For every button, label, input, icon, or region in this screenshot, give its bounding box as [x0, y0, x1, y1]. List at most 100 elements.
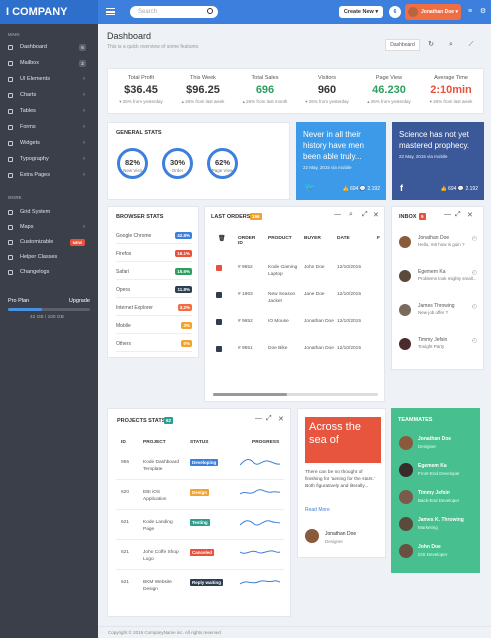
sidebar-item[interactable]: Widgets ›: [0, 137, 98, 150]
gear-icon[interactable]: ⚙: [479, 8, 487, 16]
teammates-title: TEAMMATES: [398, 417, 433, 423]
order-status-marker[interactable]: [216, 292, 222, 298]
inbox-message[interactable]: Egemem Ka Problems look mighty small... ◴: [397, 266, 477, 294]
stat-gauge: 30% Order: [162, 148, 193, 179]
sidebar-item[interactable]: Mailbox 2: [0, 57, 98, 70]
teammate[interactable]: Timmy Jefsin Back-End Developer: [397, 487, 479, 513]
clock-icon: ◴: [471, 236, 477, 242]
browser-percent: 3.2%: [177, 304, 192, 311]
sidebar-item[interactable]: Dashboard 6: [0, 41, 98, 54]
stat-label: Page View: [375, 75, 403, 81]
teammate[interactable]: Jonathan Doe Designer: [397, 433, 479, 459]
expand-icon[interactable]: ⤢: [455, 211, 461, 219]
teammate-role: Back-End Developer: [418, 498, 460, 503]
quote-date: 22 May, 2015 via mobile: [303, 165, 352, 170]
order-status-marker[interactable]: [216, 346, 222, 352]
stat-block: Page View 46.230 ▴ 26% from yesterday: [360, 75, 418, 105]
search-icon[interactable]: ⌕: [444, 39, 458, 51]
message-sender: Egemem Ka: [418, 269, 446, 275]
breadcrumb[interactable]: Dashboard: [385, 39, 420, 51]
sidebar-item[interactable]: Grid System: [0, 206, 98, 219]
sidebar-item[interactable]: Helper Classes: [0, 251, 98, 264]
search-icon[interactable]: [207, 8, 213, 14]
trash-icon[interactable]: 🗑: [218, 235, 226, 242]
project-id: 621: [121, 580, 130, 585]
minimize-icon[interactable]: —: [444, 211, 451, 218]
notification-badge[interactable]: 6: [389, 6, 401, 18]
search-input[interactable]: Search: [130, 6, 218, 18]
sidebar-item[interactable]: Changelogs: [0, 266, 98, 279]
expand-icon[interactable]: ⤢: [266, 415, 272, 423]
inbox-message[interactable]: Jonathan Doe Hello, m8 how is goin ? ◴: [397, 232, 477, 260]
likes-count: 694: [350, 186, 359, 192]
close-icon[interactable]: ✕: [373, 211, 379, 219]
quote-text: Never in all their history have men been…: [303, 130, 364, 161]
projects-column-header: STATUS: [190, 440, 209, 445]
stat-value: $36.45: [124, 84, 158, 96]
expand-icon[interactable]: ⤢: [362, 211, 368, 219]
minimize-icon[interactable]: —: [334, 211, 341, 218]
minimize-icon[interactable]: —: [255, 415, 262, 422]
teammate[interactable]: James K. Throwing Marketing: [397, 514, 479, 540]
sidebar-item[interactable]: Customizable NEW: [0, 236, 98, 249]
progress-sparkline: [240, 489, 280, 495]
gauge-label: Order: [171, 168, 184, 173]
projects-column-header: ID: [121, 440, 126, 445]
teammate[interactable]: Egemem Ka Front-End Developer: [397, 460, 479, 486]
close-icon[interactable]: ✕: [278, 415, 284, 423]
top-bar: I COMPANY Search Create New ▾ 6 Jonathan…: [0, 0, 491, 24]
teammate[interactable]: John Doe iOS Developer: [397, 541, 479, 567]
message-preview: Problems look mighty small...: [418, 276, 477, 281]
user-menu[interactable]: Jonathan Doe ▾: [405, 4, 461, 20]
twitter-icon[interactable]: 🐦: [304, 182, 315, 193]
progress-sparkline: [240, 459, 280, 466]
menu-icon: [8, 61, 13, 66]
menu-icon: [8, 173, 13, 178]
chart-icon[interactable]: ⟋: [464, 39, 478, 51]
sidebar-item[interactable]: Tables ›: [0, 105, 98, 118]
article-author[interactable]: Jonathan Doe: [325, 531, 356, 537]
horizontal-scrollbar[interactable]: [213, 393, 378, 396]
sidebar-item[interactable]: Maps ›: [0, 221, 98, 234]
sidebar-item[interactable]: Typography ›: [0, 153, 98, 166]
sidebar-item-label: Changelogs: [20, 269, 50, 275]
sparkline-path: [240, 580, 280, 585]
sidebar-item[interactable]: Charts ›: [0, 89, 98, 102]
projects-title: PROJECTS STATS: [117, 418, 166, 424]
user-name: Jonathan Doe ▾: [421, 9, 458, 15]
article-image[interactable]: Across the sea of: [305, 417, 381, 463]
message-sender: Timmy Jefsin: [418, 337, 448, 343]
browser-row: Internet Explorer 3.2%: [116, 300, 192, 316]
quote-card-twitter: Never in all their history have men been…: [296, 122, 386, 200]
create-new-button[interactable]: Create New ▾: [339, 6, 383, 18]
list-icon[interactable]: ≡: [466, 8, 474, 16]
refresh-icon[interactable]: ↻: [424, 39, 438, 51]
brand-logo[interactable]: I COMPANY: [0, 0, 98, 24]
order-status-marker[interactable]: [216, 265, 222, 271]
gauge-label: New Visit: [123, 168, 142, 173]
search-icon[interactable]: ⌕: [349, 211, 353, 219]
sidebar-item[interactable]: UI Elements ›: [0, 73, 98, 86]
upgrade-link[interactable]: Upgrade: [69, 298, 90, 304]
browser-name: Firefox: [116, 251, 132, 257]
inbox-message[interactable]: James Throwing New job offer ? ◴: [397, 300, 477, 328]
browser-row: Firefox 16.1%: [116, 246, 192, 262]
row-divider: [116, 539, 284, 540]
scrollbar-thumb[interactable]: [213, 393, 288, 396]
message-sender: Jonathan Doe: [418, 235, 450, 241]
order-status-marker[interactable]: [216, 319, 222, 325]
row-divider: [116, 569, 284, 570]
orders-column-header: DATE: [337, 236, 350, 241]
stat-value: 46.230: [372, 84, 406, 96]
inbox-message[interactable]: Timmy Jefsin Tonight Party ◴: [397, 334, 477, 362]
quote-metrics: 👍 694 💬 2.192: [342, 186, 381, 192]
order-product: New Season Jacket: [268, 292, 296, 304]
close-icon[interactable]: ✕: [467, 211, 473, 219]
project-id: 620: [121, 490, 130, 495]
menu-toggle-icon[interactable]: [106, 8, 115, 15]
facebook-icon[interactable]: f: [400, 183, 403, 193]
sidebar-item[interactable]: Extra Pages ›: [0, 169, 98, 182]
sidebar-item[interactable]: Forms ›: [0, 121, 98, 134]
browser-percent: 0%: [181, 340, 192, 347]
read-more-link[interactable]: Read More: [305, 507, 330, 513]
